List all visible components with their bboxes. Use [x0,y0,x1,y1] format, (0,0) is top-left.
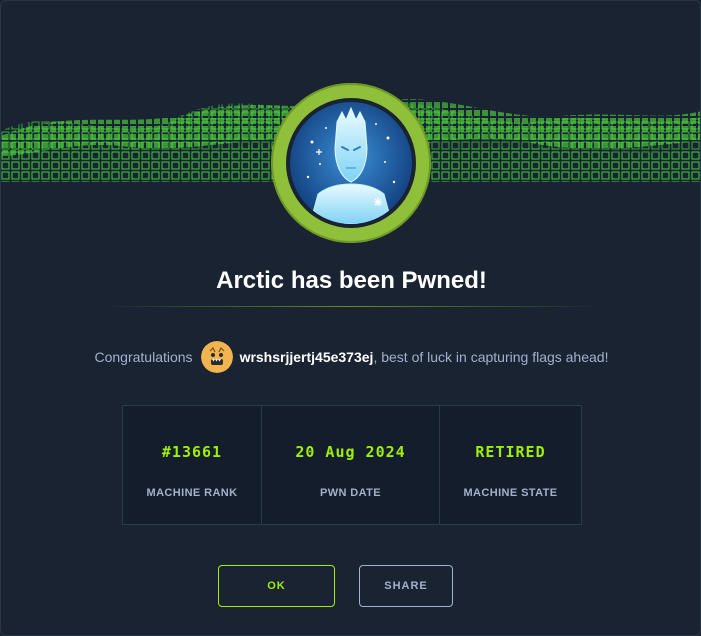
stat-value: #13661 [161,443,223,461]
machine-avatar-ring [271,83,431,243]
ok-button[interactable]: OK [218,565,335,607]
share-button[interactable]: SHARE [359,565,453,607]
stat-machine-state: RETIRED MACHINE STATE [440,406,581,524]
congrats-message: Congratulations wrshsrjjertj45e373ej , b… [1,341,700,373]
stat-value: RETIRED [475,443,546,461]
stat-label: MACHINE RANK [146,487,238,499]
page-title: Arctic has been Pwned! [216,267,487,294]
congrats-suffix: , best of luck in capturing flags ahead! [373,349,609,365]
stat-value: 20 Aug 2024 [295,443,406,461]
stat-label: PWN DATE [319,487,382,499]
congrats-prefix: Congratulations [94,349,193,365]
pwned-modal: Arctic has been Pwned! Congratulations w… [0,0,701,636]
stats-panel: #13661 MACHINE RANK 20 Aug 2024 PWN DATE… [122,405,582,525]
stat-pwn-date: 20 Aug 2024 PWN DATE [262,406,440,524]
stat-machine-rank: #13661 MACHINE RANK [123,406,262,524]
username: wrshsrjjertj45e373ej [239,349,374,365]
ice-warrior-avatar-icon [290,102,412,224]
user-avatar-icon [200,341,233,373]
stat-label: MACHINE STATE [463,487,558,499]
title-divider [101,306,602,307]
